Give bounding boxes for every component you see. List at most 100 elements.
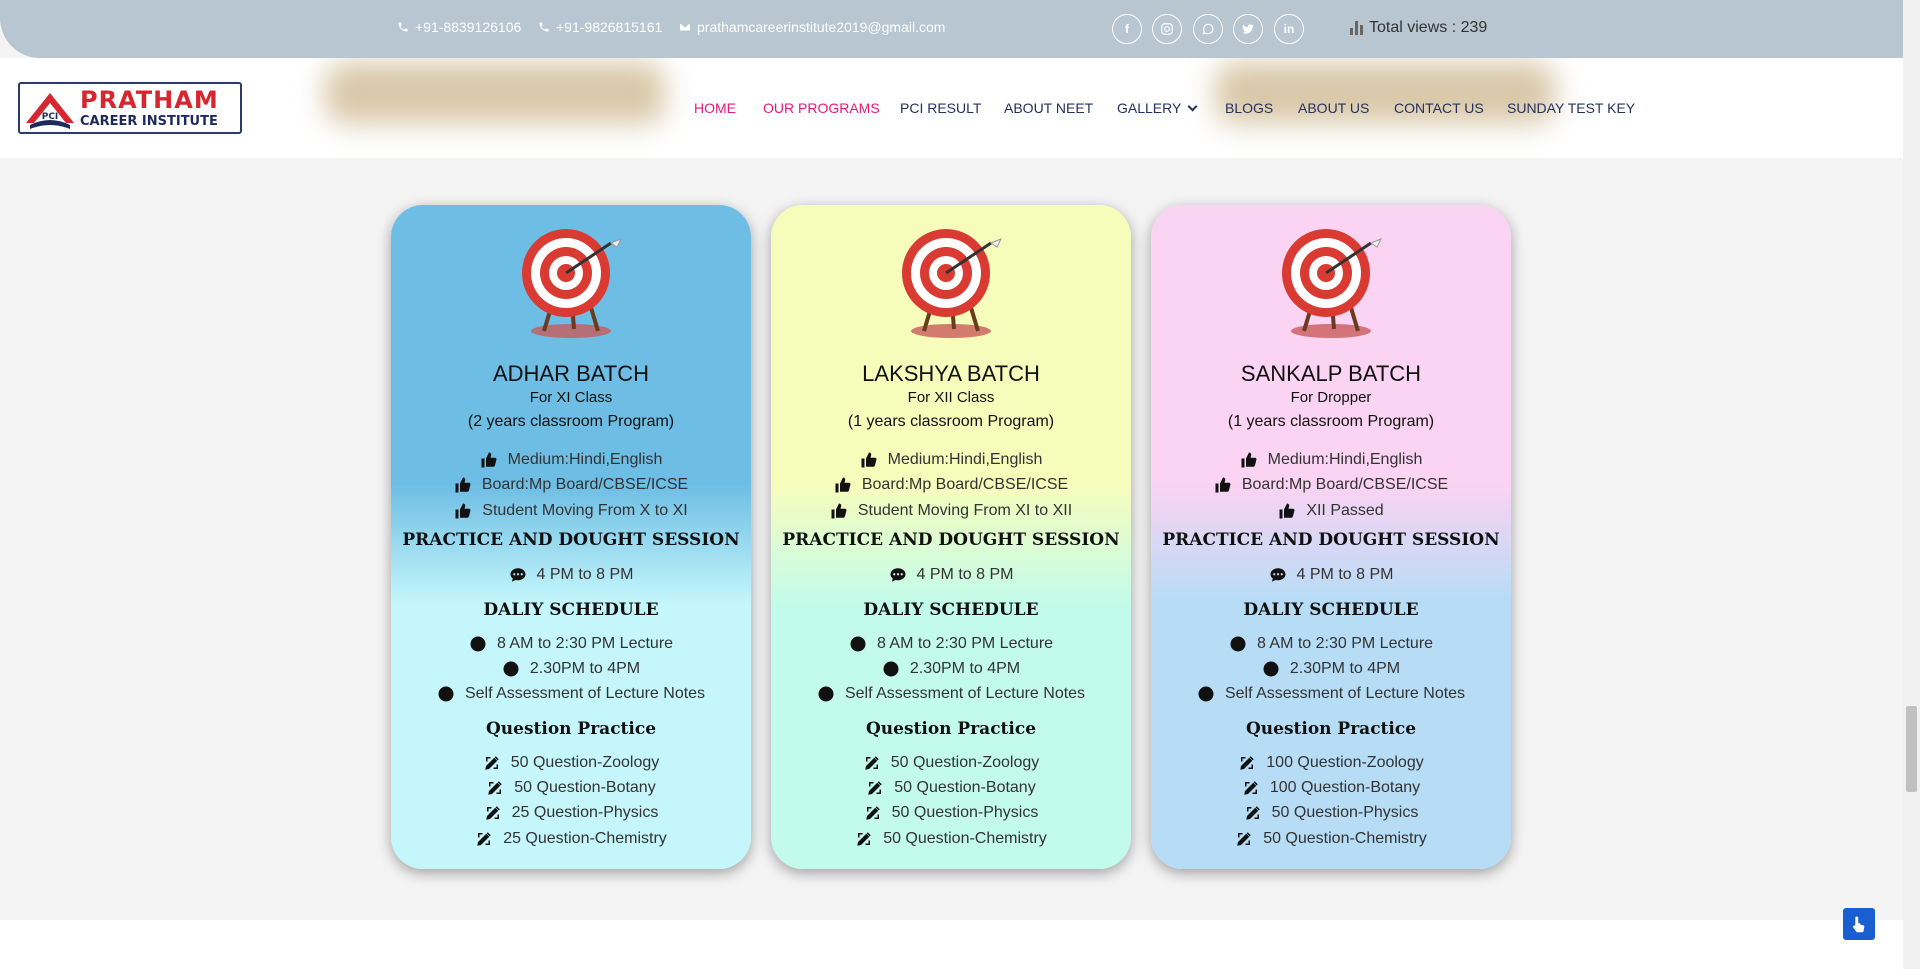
pencil-ruler-icon bbox=[488, 781, 503, 795]
feature-item: Board:Mp Board/CBSE/ICSE bbox=[1151, 476, 1511, 494]
thumbs-up-icon bbox=[455, 477, 471, 493]
chat-bubble-icon bbox=[1270, 568, 1286, 582]
batch-title: ADHAR BATCH bbox=[492, 361, 650, 386]
batch-title: LAKSHYA BATCH bbox=[862, 361, 1040, 386]
batch-program-duration: (2 years classroom Program) bbox=[467, 413, 675, 430]
hand-pointer-icon bbox=[1853, 916, 1865, 933]
target-icon bbox=[522, 229, 623, 338]
site-header: PCI PRATHAM CAREER INSTITUTE HOME OUR PR… bbox=[0, 58, 1903, 158]
question-practice-heading: Question Practice bbox=[865, 719, 1037, 739]
question-text: 50 Question-Chemistry bbox=[1263, 830, 1427, 847]
linkedin-icon[interactable]: in bbox=[1274, 14, 1304, 44]
nav-pci-result[interactable]: PCI RESULT bbox=[900, 100, 981, 116]
schedule-text: 8 AM to 2:30 PM Lecture bbox=[876, 635, 1054, 652]
site-logo[interactable]: PCI PRATHAM CAREER INSTITUTE bbox=[18, 82, 242, 134]
thumbs-up-icon bbox=[1215, 477, 1231, 493]
batch-title: SANKALP BATCH bbox=[1240, 361, 1422, 386]
header-background-image bbox=[325, 62, 665, 124]
nav-our-programs[interactable]: OUR PROGRAMS bbox=[763, 100, 880, 116]
target-icon bbox=[902, 229, 1003, 338]
chevron-down-icon bbox=[1187, 101, 1198, 112]
schedule-item: 8 AM to 2:30 PM Lecture bbox=[771, 635, 1131, 653]
batch-audience: For Dropper bbox=[1290, 389, 1372, 406]
total-views-text: Total views : 239 bbox=[1369, 19, 1488, 36]
nav-blogs[interactable]: BLOGS bbox=[1225, 100, 1273, 116]
schedule-item: Self Assessment of Lecture Notes bbox=[771, 685, 1131, 703]
pencil-ruler-icon bbox=[1245, 806, 1260, 820]
schedule-item: 2.30PM to 4PM bbox=[391, 660, 751, 678]
question-item: 100 Question-Zoology bbox=[1151, 754, 1511, 772]
twitter-icon[interactable] bbox=[1233, 14, 1263, 44]
clock-icon bbox=[818, 686, 834, 702]
schedule-item: 2.30PM to 4PM bbox=[1151, 660, 1511, 678]
pencil-ruler-icon bbox=[868, 781, 883, 795]
question-text: 100 Question-Botany bbox=[1269, 779, 1421, 796]
feature-text: Board:Mp Board/CBSE/ICSE bbox=[481, 476, 689, 493]
practice-time-item: 4 PM to 8 PM bbox=[771, 566, 1131, 584]
whatsapp-icon[interactable] bbox=[1193, 14, 1223, 44]
scrollbar-thumb[interactable] bbox=[1906, 706, 1917, 792]
pencil-ruler-icon bbox=[1240, 756, 1255, 770]
nav-about-us[interactable]: ABOUT US bbox=[1298, 100, 1369, 116]
logo-emblem: PCI bbox=[20, 85, 80, 131]
practice-session-heading: PRACTICE AND DOUGHT SESSION bbox=[402, 530, 740, 550]
feature-item: Student Moving From XI to XII bbox=[771, 502, 1131, 520]
schedule-text: Self Assessment of Lecture Notes bbox=[464, 685, 706, 702]
chart-bars-icon bbox=[1350, 21, 1363, 35]
chat-bubble-icon bbox=[510, 568, 526, 582]
clock-icon bbox=[850, 636, 866, 652]
phone-contact-1[interactable]: +91-8839126106 bbox=[397, 19, 521, 35]
nav-about-neet[interactable]: ABOUT NEET bbox=[1004, 100, 1093, 116]
thumbs-up-icon bbox=[1279, 503, 1295, 519]
batch-audience: For XI Class bbox=[529, 389, 613, 406]
question-text: 50 Question-Botany bbox=[514, 779, 656, 796]
feature-text: Board:Mp Board/CBSE/ICSE bbox=[1241, 476, 1449, 493]
question-text: 50 Question-Chemistry bbox=[883, 830, 1047, 847]
feature-item: Board:Mp Board/CBSE/ICSE bbox=[391, 476, 751, 494]
question-text: 50 Question-Botany bbox=[894, 779, 1036, 796]
schedule-item: Self Assessment of Lecture Notes bbox=[1151, 685, 1511, 703]
nav-contact-us[interactable]: CONTACT US bbox=[1394, 100, 1484, 116]
feature-item: Medium:Hindi,English bbox=[1151, 451, 1511, 469]
batch-program-duration: (1 years classroom Program) bbox=[1227, 413, 1435, 430]
floating-action-button[interactable] bbox=[1843, 908, 1875, 940]
email-contact[interactable]: prathamcareerinstitute2019@gmail.com bbox=[679, 19, 945, 35]
schedule-text: 2.30PM to 4PM bbox=[529, 660, 641, 677]
feature-text: Board:Mp Board/CBSE/ICSE bbox=[861, 476, 1069, 493]
phone-icon bbox=[539, 22, 549, 32]
nav-gallery[interactable]: GALLERY bbox=[1117, 100, 1198, 116]
logo-mark-text: PCI bbox=[42, 112, 59, 122]
question-practice-heading: Question Practice bbox=[485, 719, 657, 739]
question-item: 50 Question-Zoology bbox=[391, 754, 751, 772]
nav-home[interactable]: HOME bbox=[694, 100, 736, 116]
batch-card: ADHAR BATCH For XI Class (2 years classroo… bbox=[391, 205, 751, 869]
question-text: 100 Question-Zoology bbox=[1266, 754, 1424, 771]
thumbs-up-icon bbox=[861, 452, 877, 468]
question-item: 50 Question-Physics bbox=[1151, 804, 1511, 822]
question-item: 100 Question-Botany bbox=[1151, 779, 1511, 797]
phone-contact-2[interactable]: +91-9826815161 bbox=[538, 19, 662, 35]
batch-card: LAKSHYA BATCH For XII Class (1 years class… bbox=[771, 205, 1131, 869]
schedule-item: Self Assessment of Lecture Notes bbox=[391, 685, 751, 703]
clock-icon bbox=[1263, 661, 1279, 677]
schedule-text: 8 AM to 2:30 PM Lecture bbox=[496, 635, 674, 652]
facebook-icon[interactable]: f bbox=[1112, 14, 1142, 44]
nav-sunday-test-key[interactable]: SUNDAY TEST KEY bbox=[1507, 100, 1635, 116]
page-scrollbar[interactable] bbox=[1903, 0, 1920, 969]
thumbs-up-icon bbox=[835, 477, 851, 493]
thumbs-up-icon bbox=[1241, 452, 1257, 468]
instagram-icon[interactable] bbox=[1152, 14, 1182, 44]
thumbs-up-icon bbox=[831, 503, 847, 519]
batch-audience: For XII Class bbox=[907, 389, 995, 406]
daily-schedule-heading: DALIY SCHEDULE bbox=[483, 600, 659, 620]
practice-session-heading: PRACTICE AND DOUGHT SESSION bbox=[1162, 530, 1500, 550]
schedule-item: 8 AM to 2:30 PM Lecture bbox=[391, 635, 751, 653]
question-item: 50 Question-Physics bbox=[771, 804, 1131, 822]
feature-item: Medium:Hindi,English bbox=[771, 451, 1131, 469]
question-text: 25 Question-Physics bbox=[511, 804, 659, 821]
phone-number-2: +91-9826815161 bbox=[556, 19, 663, 35]
question-text: 25 Question-Chemistry bbox=[503, 830, 667, 847]
schedule-text: Self Assessment of Lecture Notes bbox=[844, 685, 1086, 702]
clock-icon bbox=[1198, 686, 1214, 702]
phone-icon bbox=[398, 22, 408, 32]
